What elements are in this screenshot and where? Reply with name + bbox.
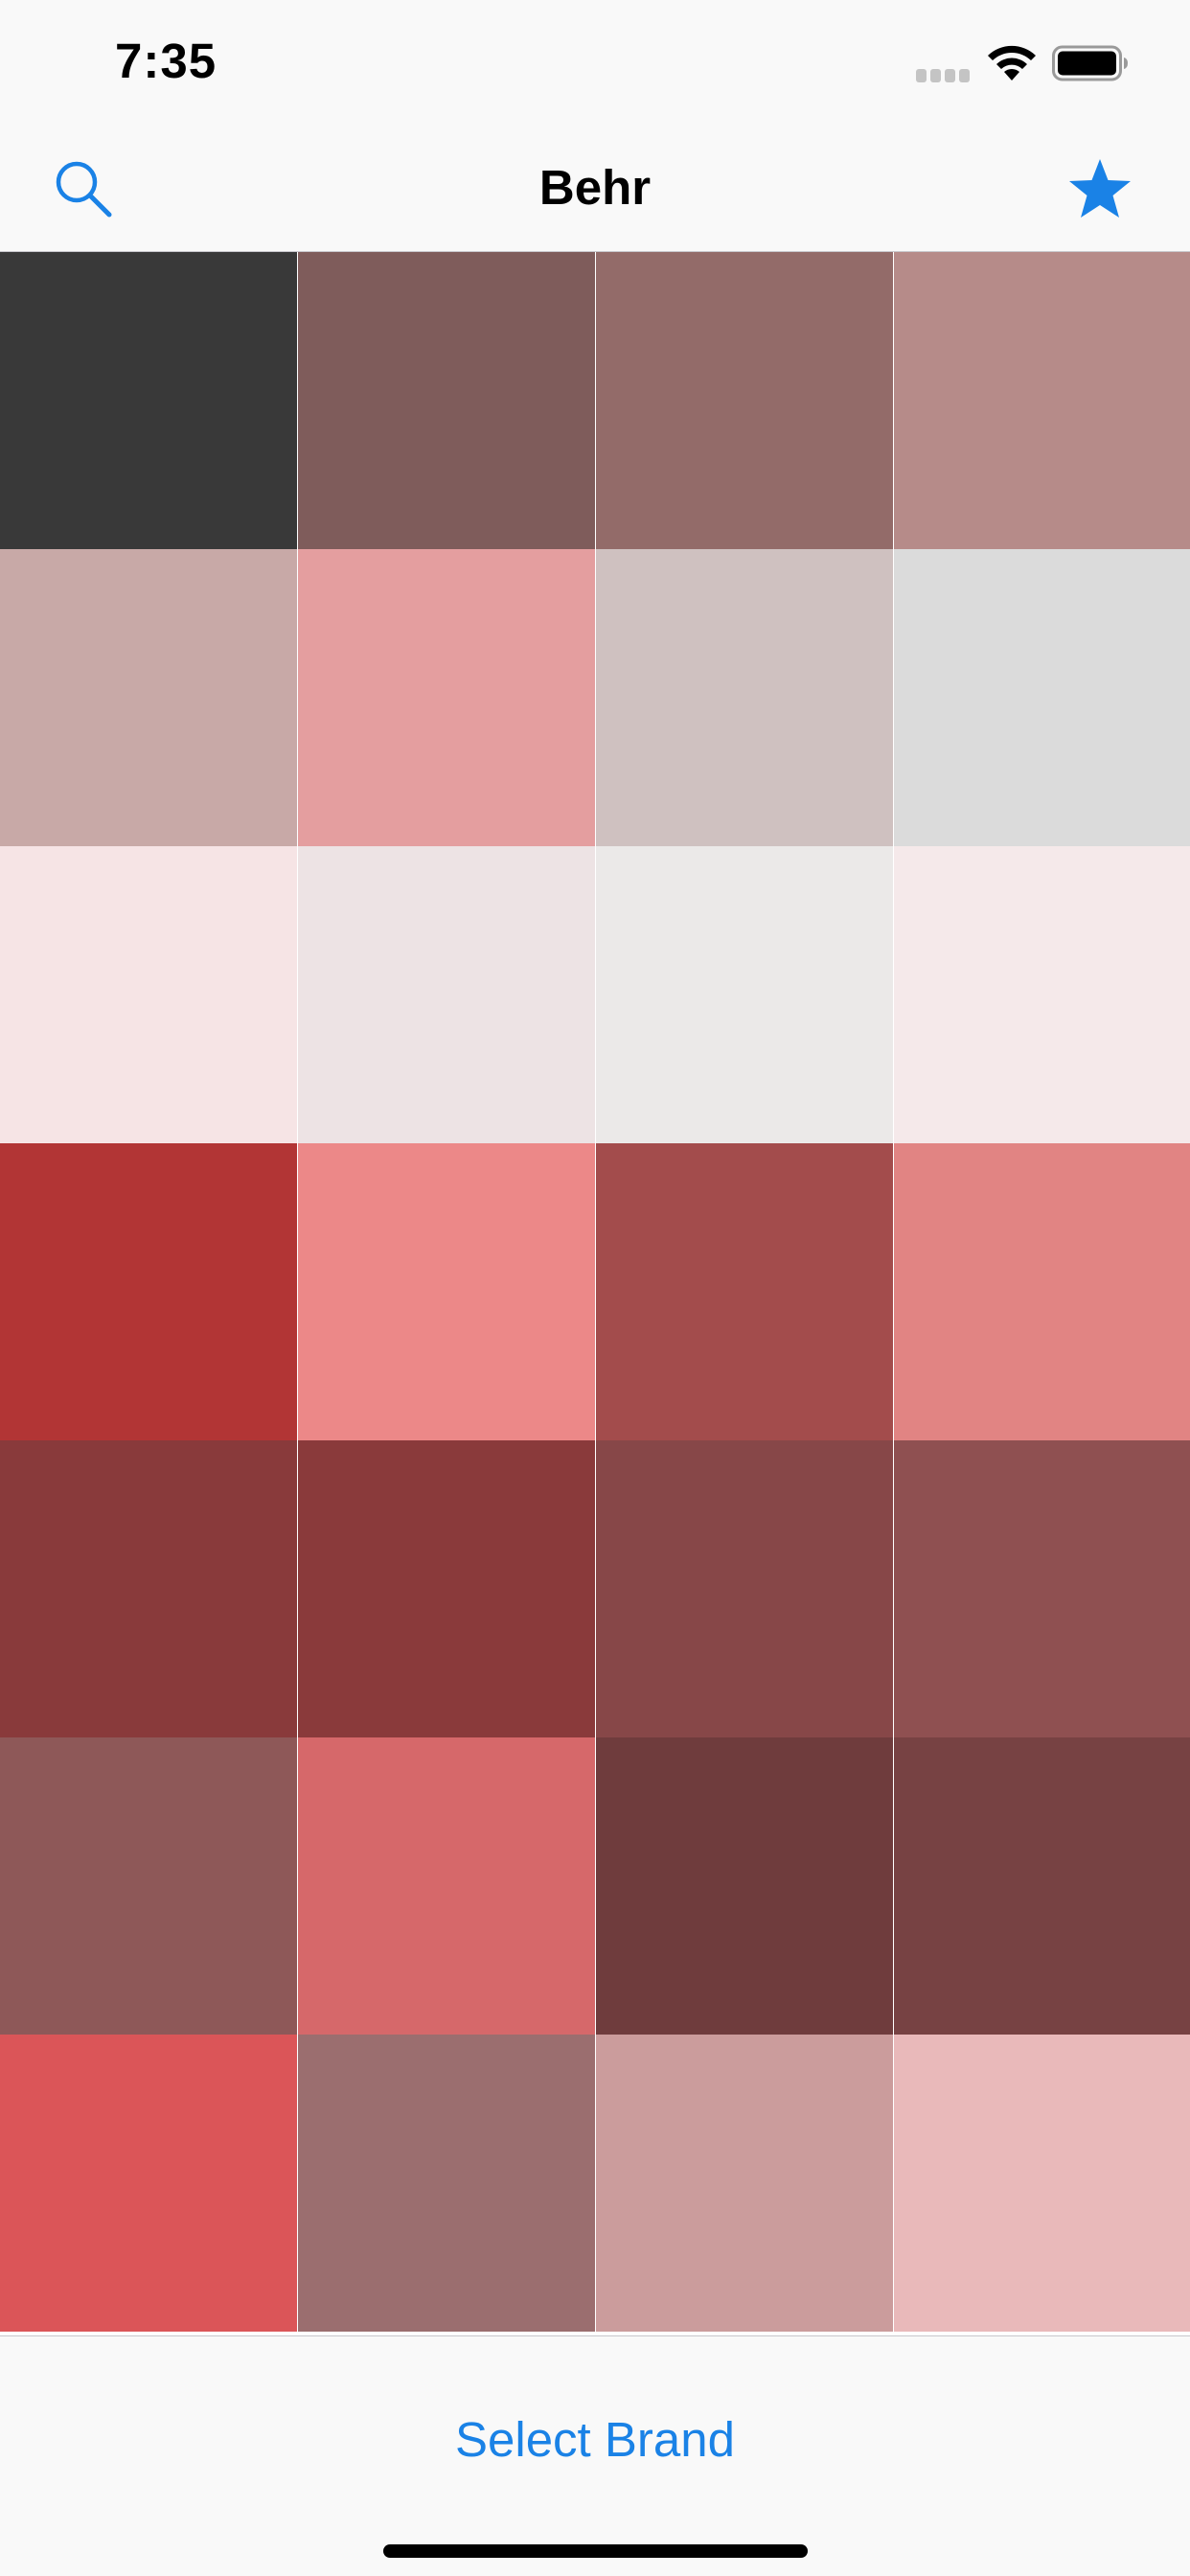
color-swatch[interactable] [298, 549, 595, 846]
color-swatch[interactable] [298, 1440, 595, 1737]
color-swatch[interactable] [298, 2035, 595, 2332]
color-swatch[interactable] [596, 549, 893, 846]
select-brand-button[interactable]: Select Brand [0, 2411, 1190, 2468]
color-swatch[interactable] [894, 252, 1190, 549]
wifi-icon [988, 45, 1036, 80]
swatch-grid [0, 252, 1190, 2335]
color-swatch[interactable] [894, 1143, 1190, 1440]
color-swatch[interactable] [894, 1440, 1190, 1737]
color-swatch[interactable] [298, 252, 595, 549]
bottom-toolbar: Select Brand [0, 2335, 1190, 2576]
color-swatch[interactable] [894, 846, 1190, 1143]
status-bar: 7:35 [0, 0, 1190, 126]
color-swatch[interactable] [596, 2035, 893, 2332]
home-indicator[interactable] [383, 2544, 808, 2558]
color-swatch[interactable] [596, 846, 893, 1143]
color-swatch[interactable] [596, 252, 893, 549]
color-swatch[interactable] [894, 549, 1190, 846]
cellular-signal-icon [916, 69, 970, 82]
screen: 7:35 Behr Select Brand [0, 0, 1190, 2576]
color-swatch[interactable] [596, 1737, 893, 2035]
battery-icon [1052, 45, 1128, 81]
color-swatch[interactable] [0, 549, 297, 846]
page-title: Behr [538, 160, 652, 215]
status-time: 7:35 [115, 34, 217, 88]
color-swatch[interactable] [894, 2035, 1190, 2332]
color-swatch[interactable] [0, 1737, 297, 2035]
color-swatch[interactable] [0, 1440, 297, 1737]
color-swatch[interactable] [596, 1440, 893, 1737]
color-swatch[interactable] [298, 1143, 595, 1440]
color-swatch[interactable] [0, 252, 297, 549]
color-swatch[interactable] [894, 1737, 1190, 2035]
color-swatch[interactable] [0, 1143, 297, 1440]
color-swatch[interactable] [298, 1737, 595, 2035]
color-swatch[interactable] [298, 846, 595, 1143]
color-swatch[interactable] [596, 1143, 893, 1440]
star-icon[interactable] [1067, 157, 1133, 220]
color-swatch[interactable] [0, 846, 297, 1143]
color-swatch[interactable] [0, 2035, 297, 2332]
navigation-bar: Behr [0, 126, 1190, 252]
